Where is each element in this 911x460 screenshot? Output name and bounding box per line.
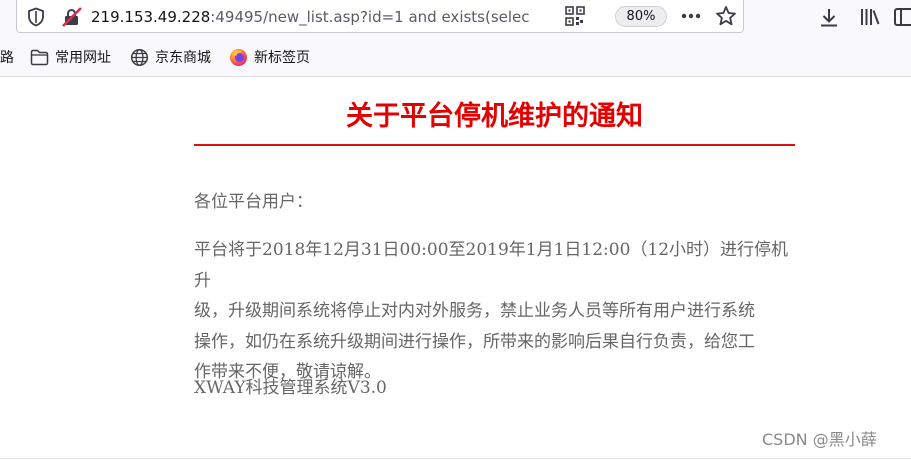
address-bar[interactable]: 219.153.49.228:49495/new_list.asp?id=1 a… <box>16 0 744 33</box>
title-divider <box>194 144 795 146</box>
bookmark-item-partial[interactable]: 路 <box>0 49 14 67</box>
url-host: 219.153.49.228 <box>91 8 211 26</box>
bookmark-label: 京东商城 <box>155 50 211 66</box>
notice-title: 关于平台停机维护的通知 <box>346 101 643 132</box>
bookmark-label: 常用网址 <box>55 50 111 66</box>
bookmark-label: 新标签页 <box>254 50 310 66</box>
bookmark-star-icon[interactable] <box>715 5 737 27</box>
zoom-level-badge[interactable]: 80% <box>615 6 667 27</box>
bottom-divider <box>0 458 911 459</box>
bookmarks-toolbar: 路 常用网址 京东商城 新标签页 <box>0 36 911 77</box>
qr-code-icon[interactable] <box>565 6 585 26</box>
url-path: :49495/new_list.asp?id=1 and exists(sele… <box>210 8 530 26</box>
globe-icon <box>130 48 149 67</box>
notice-body-line: 平台将于2018年12月31日00:00至2019年1月1日12:00（12小时… <box>194 240 789 291</box>
csdn-watermark: CSDN @黑小薛 <box>762 430 877 449</box>
notice-signature: XWAY科技管理系统V3.0 <box>194 378 387 398</box>
notice-greeting: 各位平台用户： <box>194 192 313 212</box>
more-icon[interactable] <box>680 10 702 22</box>
firefox-icon <box>230 49 247 66</box>
notice-body: 平台将于2018年12月31日00:00至2019年1月1日12:00（12小时… <box>194 235 804 388</box>
folder-icon <box>30 49 49 66</box>
insecure-lock-icon[interactable] <box>61 6 83 28</box>
library-icon[interactable] <box>859 6 881 28</box>
downloads-icon[interactable] <box>818 6 840 28</box>
sidebar-icon[interactable] <box>894 6 911 28</box>
browser-toolbar: 219.153.49.228:49495/new_list.asp?id=1 a… <box>0 0 911 36</box>
notice-body-line: 操作，如仍在系统升级期间进行操作，所带来的影响后果自行负责，给您工 <box>194 331 755 352</box>
shield-icon[interactable] <box>27 7 45 27</box>
notice-body-line: 级，升级期间系统将停止对内对外服务，禁止业务人员等所有用户进行系统 <box>194 301 755 321</box>
url-text[interactable]: 219.153.49.228:49495/new_list.asp?id=1 a… <box>91 6 571 28</box>
